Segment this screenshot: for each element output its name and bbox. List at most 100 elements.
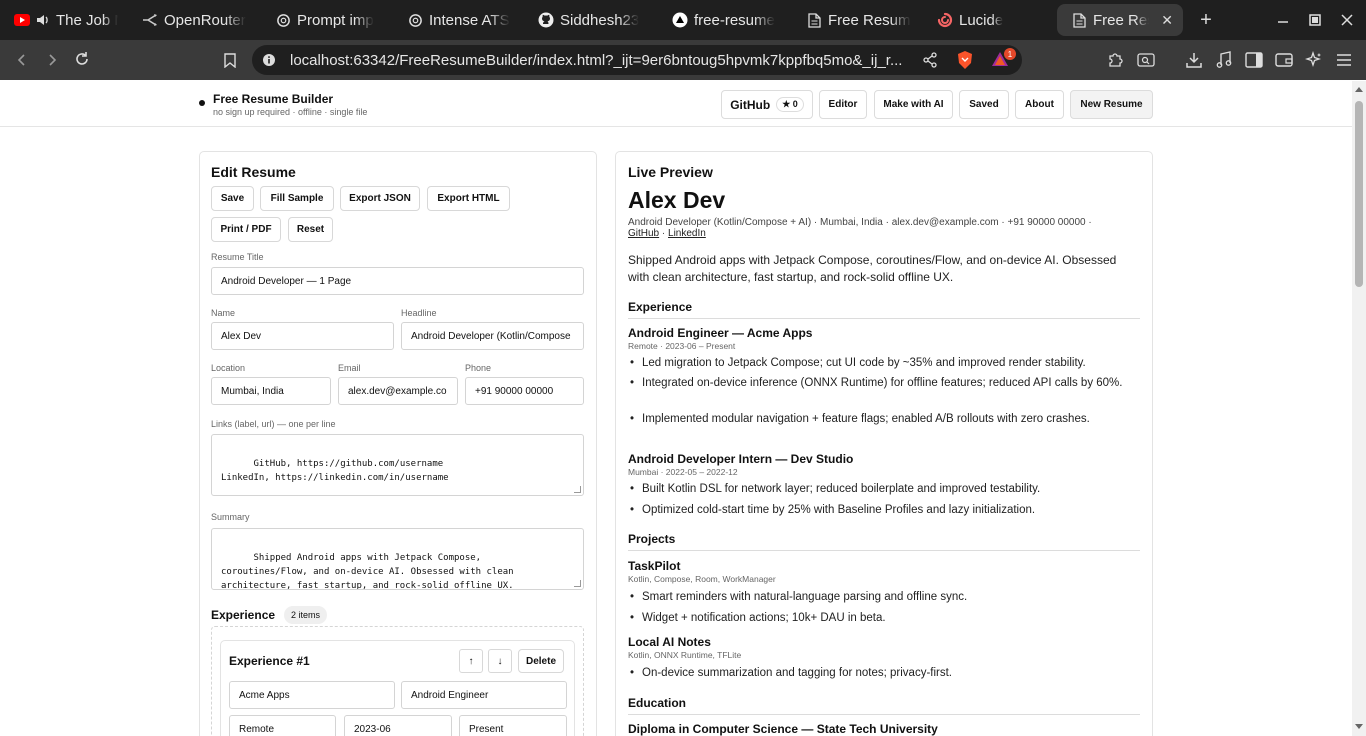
resize-grip-icon[interactable]	[574, 486, 581, 493]
nav-editor-button[interactable]: Editor	[819, 90, 867, 119]
preview-bullet: Widget + notification actions; 10k+ DAU …	[629, 611, 1127, 627]
company-input[interactable]: Acme Apps	[229, 681, 395, 709]
name-label: Name	[211, 308, 236, 318]
fill-sample-button[interactable]: Fill Sample	[260, 186, 334, 211]
reload-icon[interactable]	[70, 47, 94, 71]
section-divider	[628, 550, 1140, 551]
headline-label: Headline	[401, 308, 437, 318]
resume-title-input[interactable]: Android Developer — 1 Page	[211, 267, 584, 295]
tab-search-icon[interactable]	[1134, 48, 1158, 72]
scroll-up-arrow-icon[interactable]	[1355, 87, 1363, 92]
preview-linkedin-link[interactable]: LinkedIn	[668, 228, 706, 239]
nav-saved-button[interactable]: Saved	[959, 90, 1009, 119]
browser-tab-prompt[interactable]: Prompt imp	[261, 0, 393, 40]
browser-tab-intense-ats[interactable]: Intense ATS	[393, 0, 524, 40]
editor-title: Edit Resume	[211, 164, 296, 180]
address-bar[interactable]: localhost:63342/FreeResumeBuilder/index.…	[252, 45, 1022, 75]
browser-tab-openrouter[interactable]: OpenRouter	[128, 0, 261, 40]
start-date-input[interactable]: 2023-06	[344, 715, 452, 736]
sidebar-toggle-icon[interactable]	[1242, 48, 1266, 72]
extensions-puzzle-icon[interactable]	[1104, 48, 1128, 72]
headline-input[interactable]: Android Developer (Kotlin/Compose	[401, 322, 584, 350]
nav-new-resume-button[interactable]: New Resume	[1070, 90, 1153, 119]
links-textarea[interactable]: GitHub, https://github.com/username Link…	[211, 434, 584, 496]
preview-summary: Shipped Android apps with Jetpack Compos…	[628, 253, 1117, 284]
nav-make-with-ai-button[interactable]: Make with AI	[874, 90, 953, 119]
preview-job-role: Android Developer Intern — Dev Studio	[628, 452, 854, 466]
speaker-icon[interactable]	[36, 12, 50, 28]
preview-projects-heading: Projects	[628, 532, 676, 546]
experience-location-input[interactable]: Remote	[229, 715, 336, 736]
move-up-button[interactable]: ↑	[459, 649, 483, 673]
experience-count-badge: 2 items	[284, 606, 328, 624]
export-json-button[interactable]: Export JSON	[340, 186, 420, 211]
close-window-icon[interactable]	[1331, 0, 1363, 40]
hamburger-menu-icon[interactable]	[1332, 48, 1356, 72]
browser-tab-lucide[interactable]: Lucide	[923, 0, 1053, 40]
browser-tab-youtube[interactable]: The Job M	[0, 0, 128, 40]
close-tab-icon[interactable]: ✕	[1161, 12, 1173, 29]
preview-job-meta: Mumbai · 2022-05 – 2022-12	[628, 467, 738, 477]
reset-button[interactable]: Reset	[288, 217, 333, 242]
preview-project-name: Local AI Notes	[628, 635, 711, 649]
wallet-icon[interactable]	[1272, 48, 1296, 72]
preview-experience-heading: Experience	[628, 300, 693, 314]
preview-bullet: Built Kotlin DSL for network layer; redu…	[629, 482, 1127, 498]
minimize-window-icon[interactable]	[1267, 0, 1299, 40]
browser-tab-github[interactable]: Siddhesh23	[524, 0, 658, 40]
resume-title-label: Resume Title	[211, 252, 264, 262]
url-text: localhost:63342/FreeResumeBuilder/index.…	[290, 52, 903, 69]
nav-about-button[interactable]: About	[1015, 90, 1064, 119]
bookmark-icon[interactable]	[218, 48, 242, 72]
brave-shields-icon[interactable]	[956, 50, 974, 73]
vercel-icon	[672, 12, 688, 28]
summary-textarea[interactable]: Shipped Android apps with Jetpack Compos…	[211, 528, 584, 590]
page-scrollbar[interactable]	[1352, 81, 1366, 736]
tab-title: free-resume	[694, 11, 775, 29]
share-icon[interactable]	[922, 52, 938, 71]
role-input[interactable]: Android Engineer	[401, 681, 567, 709]
print-pdf-button[interactable]: Print / PDF	[211, 217, 281, 242]
end-date-input[interactable]: Present	[459, 715, 567, 736]
scroll-down-arrow-icon[interactable]	[1355, 724, 1363, 729]
email-label: Email	[338, 363, 361, 373]
maximize-window-icon[interactable]	[1299, 0, 1331, 40]
tab-title: Free Resu	[1093, 11, 1149, 29]
downloads-icon[interactable]	[1182, 48, 1206, 72]
browser-tab-free-resu-active[interactable]: Free Resu ✕	[1057, 4, 1183, 36]
preview-github-link[interactable]: GitHub	[628, 228, 659, 239]
preview-title: Live Preview	[628, 164, 713, 180]
resize-grip-icon[interactable]	[574, 580, 581, 587]
leo-ai-sparkle-icon[interactable]	[1302, 48, 1326, 72]
site-info-icon[interactable]	[262, 53, 276, 70]
experience-item-card: Experience #1 ↑ ↓ Delete Acme Apps Andro…	[220, 640, 575, 736]
new-tab-plus-icon[interactable]: +	[1191, 5, 1221, 35]
preview-education-heading: Education	[628, 696, 687, 710]
email-input[interactable]: alex.dev@example.co	[338, 377, 458, 405]
preview-job-meta: Remote · 2023-06 – Present	[628, 341, 736, 351]
brave-rewards-icon[interactable]: 1	[990, 48, 1016, 70]
browser-tab-free-resume[interactable]: Free Resum	[792, 0, 923, 40]
preview-job-role: Android Engineer — Acme Apps	[628, 326, 813, 340]
export-html-button[interactable]: Export HTML	[427, 186, 510, 211]
phone-label: Phone	[465, 363, 492, 373]
brand-title[interactable]: Free Resume Builder	[213, 92, 333, 106]
link-separator: ·	[659, 228, 669, 239]
media-music-icon[interactable]	[1212, 48, 1236, 72]
summary-textarea-value: Shipped Android apps with Jetpack Compos…	[221, 553, 514, 590]
scrollbar-thumb[interactable]	[1355, 101, 1363, 287]
brand-dot-icon	[199, 100, 205, 106]
forward-arrow-icon[interactable]	[40, 48, 64, 72]
save-button[interactable]: Save	[211, 186, 254, 211]
editor-card: Edit Resume Save Fill Sample Export JSON…	[199, 151, 597, 736]
delete-experience-button[interactable]: Delete	[518, 649, 564, 673]
preview-project-tech: Kotlin, Compose, Room, WorkManager	[628, 574, 776, 584]
back-arrow-icon[interactable]	[10, 48, 34, 72]
browser-tab-vercel[interactable]: free-resume	[658, 0, 792, 40]
nav-github-button[interactable]: GitHub ★ 0	[721, 90, 813, 119]
location-input[interactable]: Mumbai, India	[211, 377, 331, 405]
name-input[interactable]: Alex Dev	[211, 322, 394, 350]
phone-input[interactable]: +91 90000 00000	[465, 377, 584, 405]
youtube-icon	[14, 12, 30, 28]
move-down-button[interactable]: ↓	[488, 649, 512, 673]
